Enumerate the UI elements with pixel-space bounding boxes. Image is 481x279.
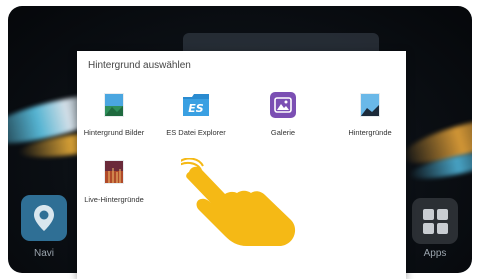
option-label: Hintergrund Bilder: [83, 128, 145, 137]
map-pin-icon: [34, 205, 54, 231]
option-es-datei-explorer[interactable]: ES ES Datei Explorer: [159, 91, 233, 137]
option-label: Live-Hintergründe: [84, 195, 144, 204]
option-label: ES Datei Explorer: [166, 128, 226, 137]
pointing-hand-icon: [181, 158, 296, 246]
option-label: Hintergründe: [348, 128, 392, 137]
wallpapers-icon: [360, 93, 380, 117]
apps-button[interactable]: [412, 198, 458, 244]
option-galerie[interactable]: Galerie: [246, 91, 320, 137]
option-hintergruende[interactable]: Hintergründe: [333, 91, 407, 137]
wallpaper-chooser-dialog: Hintergrund auswählen Hintergrund Bilder…: [77, 51, 406, 279]
option-live-hintergruende[interactable]: Live-Hintergründe: [77, 158, 151, 204]
es-file-explorer-icon: ES: [183, 94, 209, 116]
option-label: Galerie: [270, 128, 296, 137]
navi-app-button[interactable]: [21, 195, 67, 241]
apps-label: Apps: [423, 248, 447, 259]
gallery-icon: [270, 92, 296, 118]
app-grid-icon: [422, 208, 448, 234]
navi-label: Navi: [33, 248, 54, 259]
live-wallpapers-icon: [104, 160, 124, 184]
svg-text:ES: ES: [188, 102, 204, 115]
gallery-wallpaper-icon: [104, 93, 124, 117]
dialog-title: Hintergrund auswählen: [88, 60, 191, 71]
option-hintergrund-bilder[interactable]: Hintergrund Bilder: [77, 91, 151, 137]
